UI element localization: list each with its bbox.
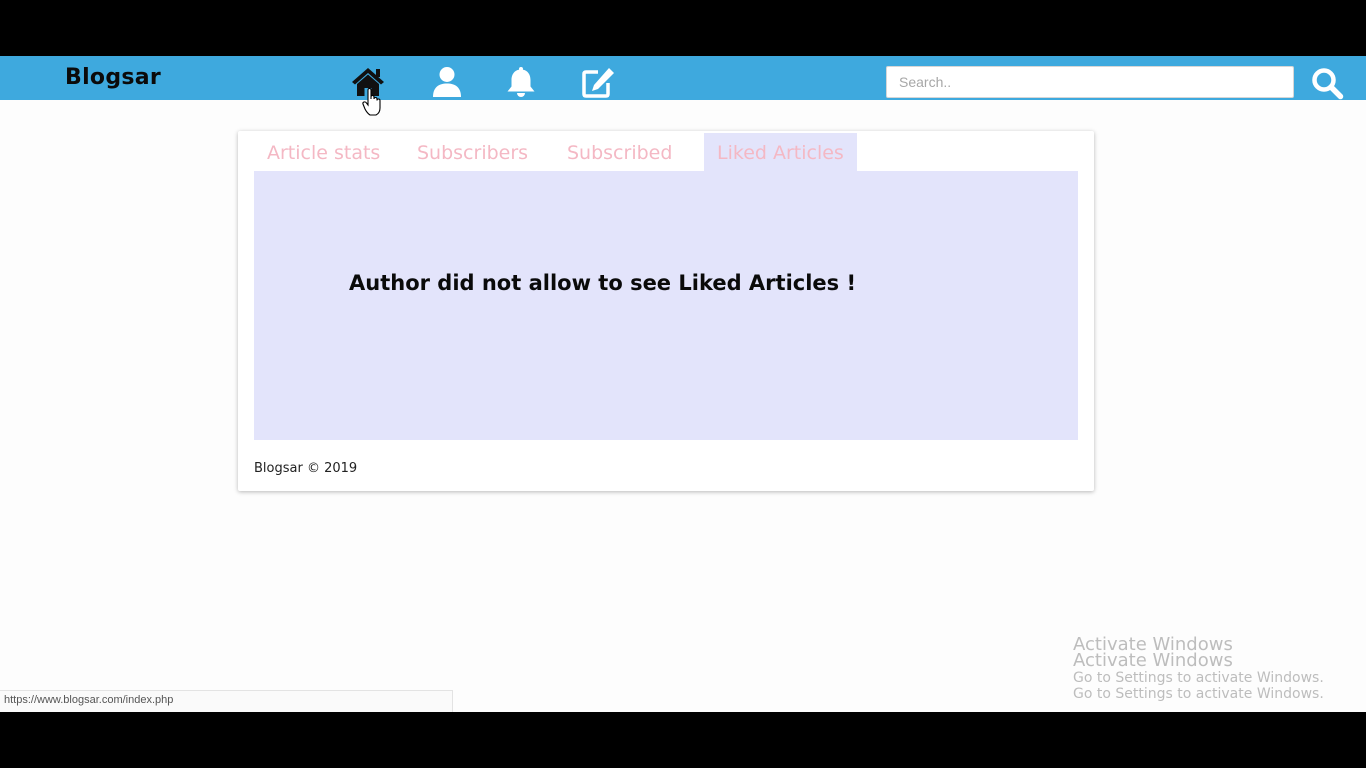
footer-copyright: Blogsar © 2019	[254, 461, 358, 476]
brand-logo[interactable]: Blogsar	[65, 65, 161, 90]
status-bar-url: https://www.blogsar.com/index.php	[0, 690, 453, 712]
tab-subscribed[interactable]: Subscribed	[567, 133, 672, 171]
tab-subscribers[interactable]: Subscribers	[417, 133, 528, 171]
hand-cursor-icon	[362, 87, 382, 116]
bell-icon[interactable]	[504, 66, 538, 98]
edit-icon[interactable]	[581, 66, 615, 98]
tab-content-panel: Author did not allow to see Liked Articl…	[254, 171, 1078, 440]
tab-liked-articles[interactable]: Liked Articles	[704, 133, 857, 171]
search-icon[interactable]	[1310, 66, 1344, 100]
tab-article-stats[interactable]: Article stats	[267, 133, 380, 171]
watermark-subtitle: Go to Settings to activate Windows.	[1073, 670, 1324, 686]
restriction-message: Author did not allow to see Liked Articl…	[349, 271, 857, 295]
search-input[interactable]	[886, 66, 1294, 98]
user-icon[interactable]	[430, 66, 464, 98]
navbar: Blogsar	[0, 56, 1366, 116]
browser-viewport: Blogsar Search.. Article stats Subscribe…	[0, 56, 1366, 712]
activate-windows-watermark: Activate Windows Activate Windows Go to …	[1073, 636, 1324, 703]
watermark-subtitle-duplicate: Go to Settings to activate Windows.	[1073, 686, 1324, 702]
watermark-title-duplicate: Activate Windows	[1073, 650, 1233, 671]
profile-stats-card: Article stats Subscribers Subscribed Lik…	[238, 131, 1094, 491]
